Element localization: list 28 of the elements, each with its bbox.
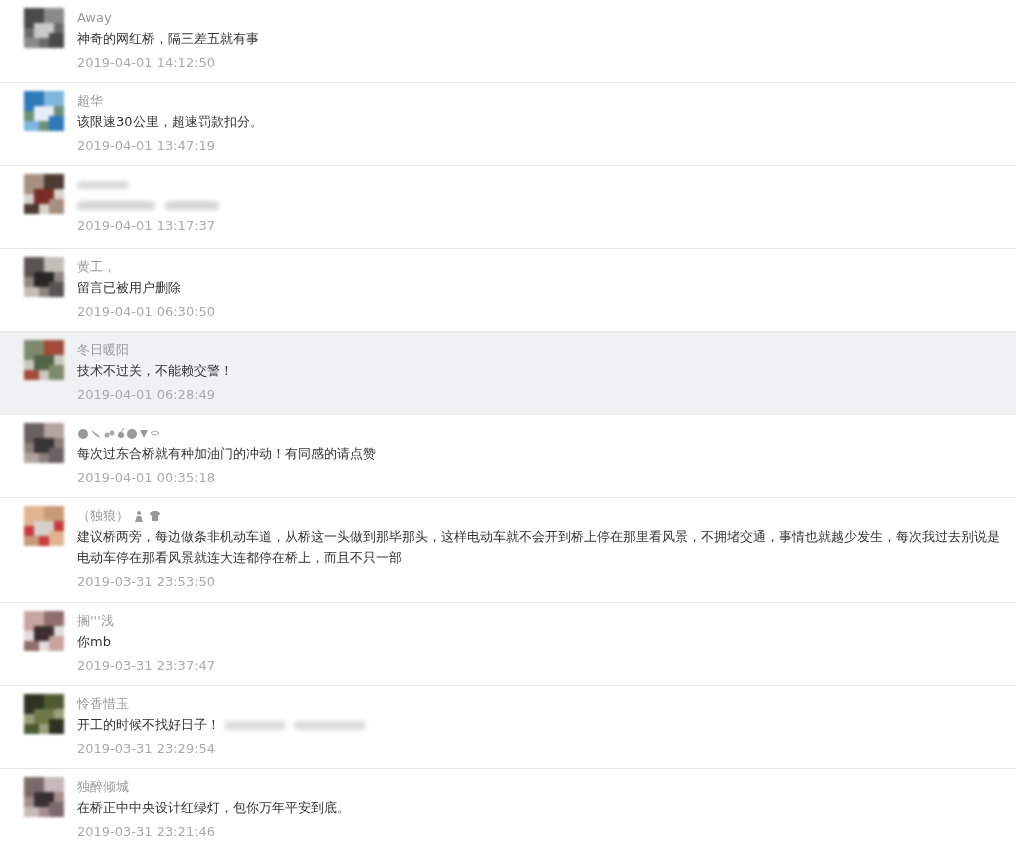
timestamp: 2019-04-01 14:12:50 bbox=[77, 54, 216, 72]
user-name: Away bbox=[77, 9, 112, 27]
comment-text: 技术不过关，不能赖交警！ bbox=[77, 362, 233, 380]
comment-text: 神奇的网红桥，隔三差五就有事 bbox=[77, 30, 259, 48]
timestamp: 2019-03-31 23:29:54 bbox=[77, 740, 216, 758]
timestamp: 2019-04-01 13:17:37 bbox=[77, 217, 216, 235]
timestamp: 2019-04-01 06:30:50 bbox=[77, 303, 216, 321]
shirt-icon bbox=[149, 510, 161, 522]
timestamp: 2019-03-31 23:21:46 bbox=[77, 823, 216, 841]
comment-text: 你mb bbox=[77, 633, 111, 651]
user-name: 黄工， bbox=[77, 258, 116, 276]
comment-text: 开工的时候不找好日子！ bbox=[77, 716, 220, 734]
timestamp: 2019-04-01 13:47:19 bbox=[77, 137, 216, 155]
comment-text: 每次过东合桥就有种加油门的冲动！有同感的请点赞 bbox=[77, 445, 376, 463]
timestamp: 2019-04-01 06:28:49 bbox=[77, 386, 216, 404]
user-name: 独醉倾城 bbox=[77, 778, 129, 796]
comment-text: 在桥正中中央设计红绿灯，包你万年平安到底。 bbox=[77, 799, 350, 817]
comment-text: 建议桥两旁，每边做条非机动车道，从桥这一头做到那毕那头，这样电动车就不会开到桥上停在那里看风景，不拥堵交通，事情也就越少发生，每次我过去别说是电动车停在那看风景就连大连都停在桥上，而且不只一部 bbox=[77, 528, 1001, 567]
user-name: 怜香惜玉 bbox=[77, 695, 129, 713]
timestamp: 2019-03-31 23:37:47 bbox=[77, 657, 216, 675]
user-name: （独狼） bbox=[77, 507, 129, 525]
user-name: 搁'''浅 bbox=[77, 612, 114, 630]
comment-text: 留言已被用户删除 bbox=[77, 279, 181, 297]
timestamp: 2019-03-31 23:53:50 bbox=[77, 573, 216, 591]
timestamp: 2019-04-01 00:35:18 bbox=[77, 469, 216, 487]
comment-text: 该限速30公里，超速罚款扣分。 bbox=[77, 113, 263, 131]
user-name: 超华 bbox=[77, 92, 103, 110]
user-name: 冬日暖阳 bbox=[77, 341, 129, 359]
